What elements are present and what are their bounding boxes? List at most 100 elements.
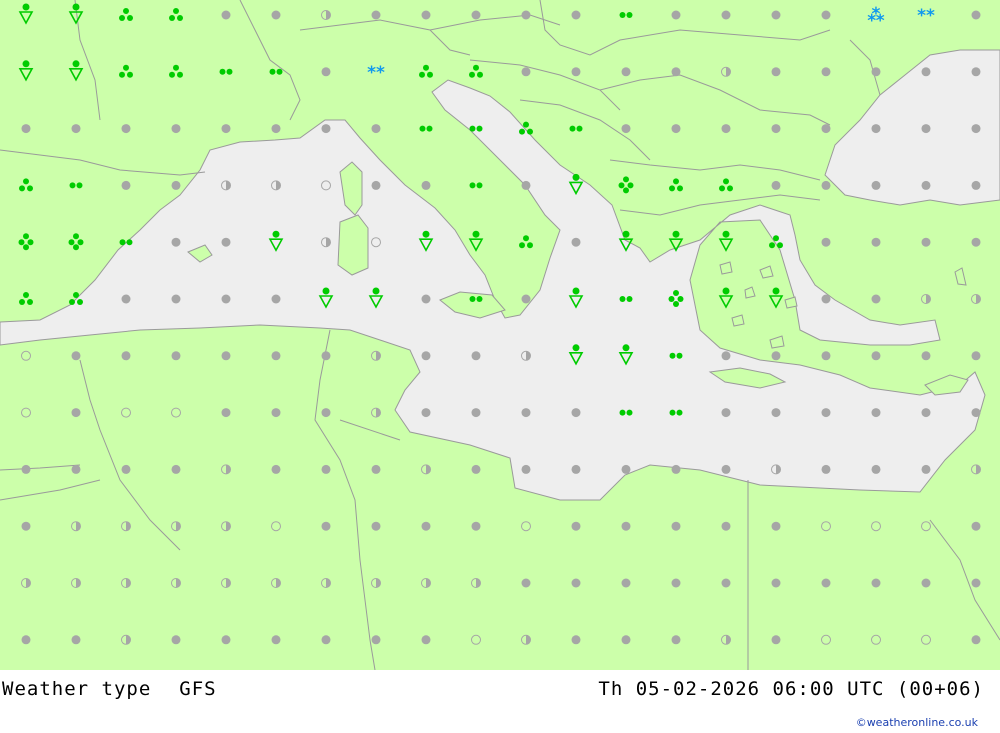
weather-symbol-c bbox=[971, 351, 981, 361]
weather-symbol-c bbox=[871, 237, 881, 247]
weather-symbol-c bbox=[621, 635, 631, 645]
weather-symbol-c bbox=[721, 464, 731, 474]
svg-text:**: ** bbox=[367, 63, 385, 83]
weather-symbol-c bbox=[521, 180, 531, 190]
weather-symbol-c bbox=[871, 351, 881, 361]
weather-symbol-c bbox=[621, 578, 631, 588]
weather-symbol-c bbox=[421, 635, 431, 645]
weather-symbol-c bbox=[971, 408, 981, 418]
weather-symbol-c bbox=[821, 578, 831, 588]
weather-symbol-c bbox=[571, 521, 581, 531]
weather-symbol-c bbox=[721, 124, 731, 134]
weather-symbol-c bbox=[521, 67, 531, 77]
weather-symbol-c bbox=[621, 124, 631, 134]
weather-symbol-c bbox=[421, 351, 431, 361]
valid-time: Th 05-02-2026 06:00 UTC (00+06) bbox=[598, 678, 984, 700]
weather-symbol-c bbox=[971, 180, 981, 190]
weather-symbol-c bbox=[821, 464, 831, 474]
weather-symbol-c bbox=[421, 408, 431, 418]
weather-symbol-c bbox=[221, 635, 231, 645]
weather-symbol-c bbox=[671, 124, 681, 134]
weather-symbol-c bbox=[371, 464, 381, 474]
weather-symbol-c bbox=[771, 578, 781, 588]
weather-symbol-c bbox=[821, 180, 831, 190]
weather-symbol-c bbox=[171, 294, 181, 304]
weather-symbol-c bbox=[521, 408, 531, 418]
weather-symbol-c bbox=[171, 237, 181, 247]
weather-symbol-c bbox=[221, 408, 231, 418]
weather-symbol-c bbox=[121, 351, 131, 361]
credit-link[interactable]: ©weatheronline.co.uk bbox=[856, 716, 978, 729]
weather-symbol-c bbox=[121, 124, 131, 134]
weather-symbol-c bbox=[471, 351, 481, 361]
svg-text:⁂: ⁂ bbox=[867, 6, 885, 26]
weather-symbol-c bbox=[521, 578, 531, 588]
weather-symbol-c bbox=[171, 635, 181, 645]
weather-symbol-c bbox=[771, 10, 781, 20]
weather-symbol-c bbox=[421, 10, 431, 20]
weather-symbol-c bbox=[721, 351, 731, 361]
weather-symbol-c bbox=[321, 521, 331, 531]
weather-symbol-c bbox=[421, 521, 431, 531]
weather-symbol-c bbox=[171, 124, 181, 134]
weather-symbol-c bbox=[321, 408, 331, 418]
weather-symbol-c bbox=[471, 521, 481, 531]
weather-symbol-c bbox=[821, 10, 831, 20]
weather-symbol-c bbox=[521, 294, 531, 304]
weather-symbol-c bbox=[771, 521, 781, 531]
weather-symbol-c bbox=[771, 351, 781, 361]
weather-symbol-c bbox=[821, 351, 831, 361]
weather-symbol-c bbox=[171, 464, 181, 474]
weather-symbol-c bbox=[821, 67, 831, 77]
weather-symbol-c bbox=[71, 124, 81, 134]
weather-symbol-c bbox=[21, 635, 31, 645]
weather-symbol-c bbox=[571, 10, 581, 20]
weather-symbol-c bbox=[621, 67, 631, 77]
weather-symbol-c bbox=[971, 521, 981, 531]
weather-symbol-c bbox=[271, 464, 281, 474]
weather-symbol-z3: ⁂ bbox=[867, 6, 885, 26]
weather-symbol-c bbox=[71, 351, 81, 361]
weather-symbol-c bbox=[871, 464, 881, 474]
weather-symbol-c bbox=[371, 180, 381, 190]
weather-symbol-c bbox=[921, 67, 931, 77]
weather-symbol-c bbox=[921, 180, 931, 190]
weather-symbol-c bbox=[971, 635, 981, 645]
weather-symbol-c bbox=[921, 351, 931, 361]
weather-symbol-c bbox=[971, 10, 981, 20]
weather-symbol-c bbox=[871, 180, 881, 190]
weather-symbol-c bbox=[321, 635, 331, 645]
weather-symbol-c bbox=[171, 351, 181, 361]
weather-symbol-c bbox=[571, 67, 581, 77]
weather-symbol-c bbox=[921, 124, 931, 134]
weather-symbol-c bbox=[421, 294, 431, 304]
weather-symbol-c bbox=[271, 351, 281, 361]
weather-symbol-c bbox=[671, 521, 681, 531]
weather-symbol-c bbox=[921, 464, 931, 474]
weather-symbol-c bbox=[421, 180, 431, 190]
weather-symbol-c bbox=[71, 408, 81, 418]
weather-symbol-c bbox=[971, 237, 981, 247]
weather-symbol-c bbox=[321, 464, 331, 474]
weather-symbol-c bbox=[671, 10, 681, 20]
weather-symbol-c bbox=[271, 10, 281, 20]
weather-symbol-c bbox=[671, 464, 681, 474]
weather-symbol-c bbox=[771, 408, 781, 418]
weather-symbol-c bbox=[771, 124, 781, 134]
weather-symbol-c bbox=[871, 578, 881, 588]
weather-symbol-c bbox=[671, 67, 681, 77]
weather-symbol-c bbox=[771, 67, 781, 77]
weather-symbol-c bbox=[921, 578, 931, 588]
weather-symbol-c bbox=[221, 294, 231, 304]
weather-symbol-c bbox=[971, 124, 981, 134]
weather-symbol-c bbox=[271, 408, 281, 418]
weather-symbol-c bbox=[771, 635, 781, 645]
weather-symbol-c bbox=[721, 578, 731, 588]
weather-symbol-c bbox=[21, 464, 31, 474]
weather-symbol-c bbox=[71, 635, 81, 645]
weather-symbol-c bbox=[921, 408, 931, 418]
weather-symbol-c bbox=[121, 294, 131, 304]
weather-symbol-c bbox=[871, 124, 881, 134]
weather-symbol-c bbox=[771, 180, 781, 190]
weather-symbol-c bbox=[471, 408, 481, 418]
